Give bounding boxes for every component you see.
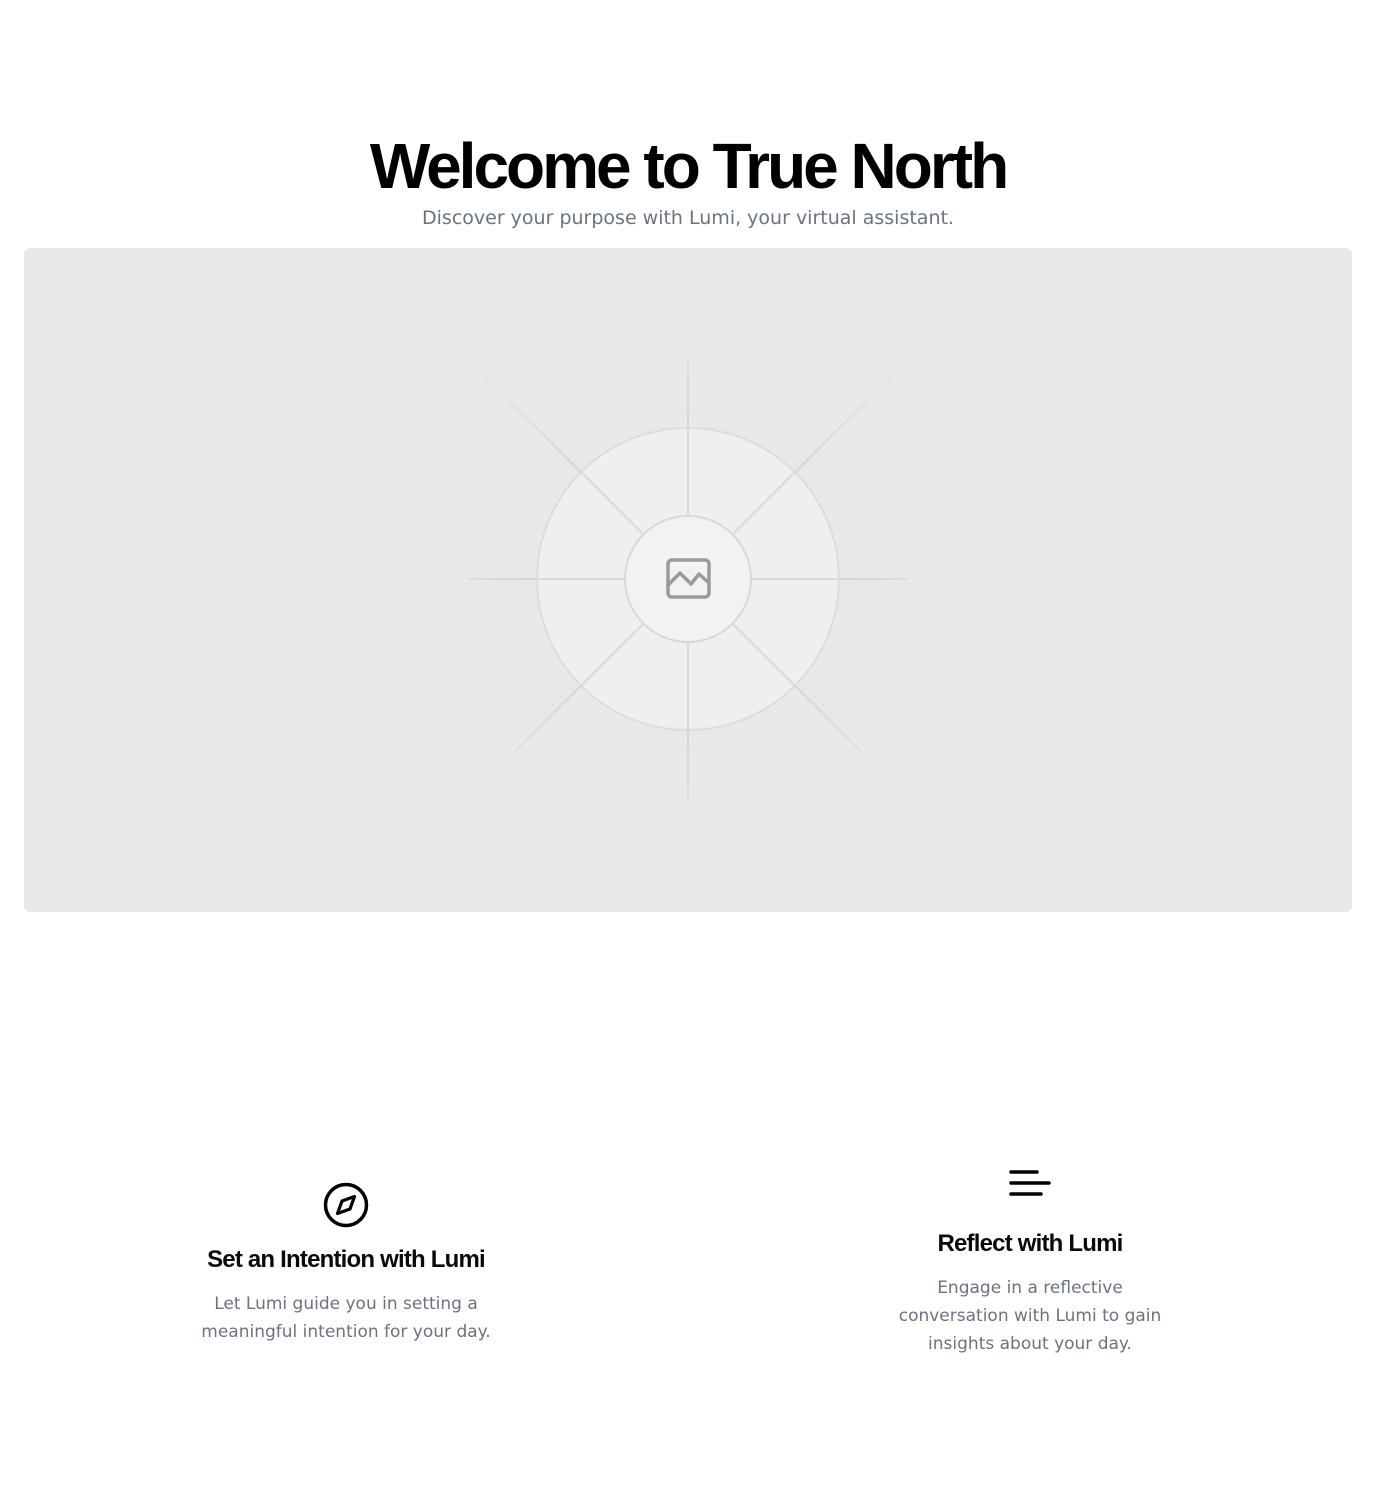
image-placeholder-graphic [467, 358, 909, 800]
page-subtitle: Discover your purpose with Lumi, your vi… [422, 207, 954, 229]
feature-title: Set an Intention with Lumi [207, 1246, 486, 1273]
feature-reflect: Reflect with Lumi Engage in a reflective… [860, 1168, 1200, 1358]
page-title: Welcome to True North [369, 130, 1009, 202]
feature-description: Engage in a reflective conversation with… [898, 1278, 1162, 1354]
feature-set-intention: Set an Intention with Lumi Let Lumi guid… [176, 1182, 516, 1346]
compass-icon [323, 1182, 369, 1228]
feature-description: Let Lumi guide you in setting a meaningf… [201, 1294, 491, 1342]
hero-image-placeholder [24, 248, 1352, 912]
menu-lines-icon [1009, 1170, 1051, 1196]
feature-title: Reflect with Lumi [937, 1230, 1123, 1257]
